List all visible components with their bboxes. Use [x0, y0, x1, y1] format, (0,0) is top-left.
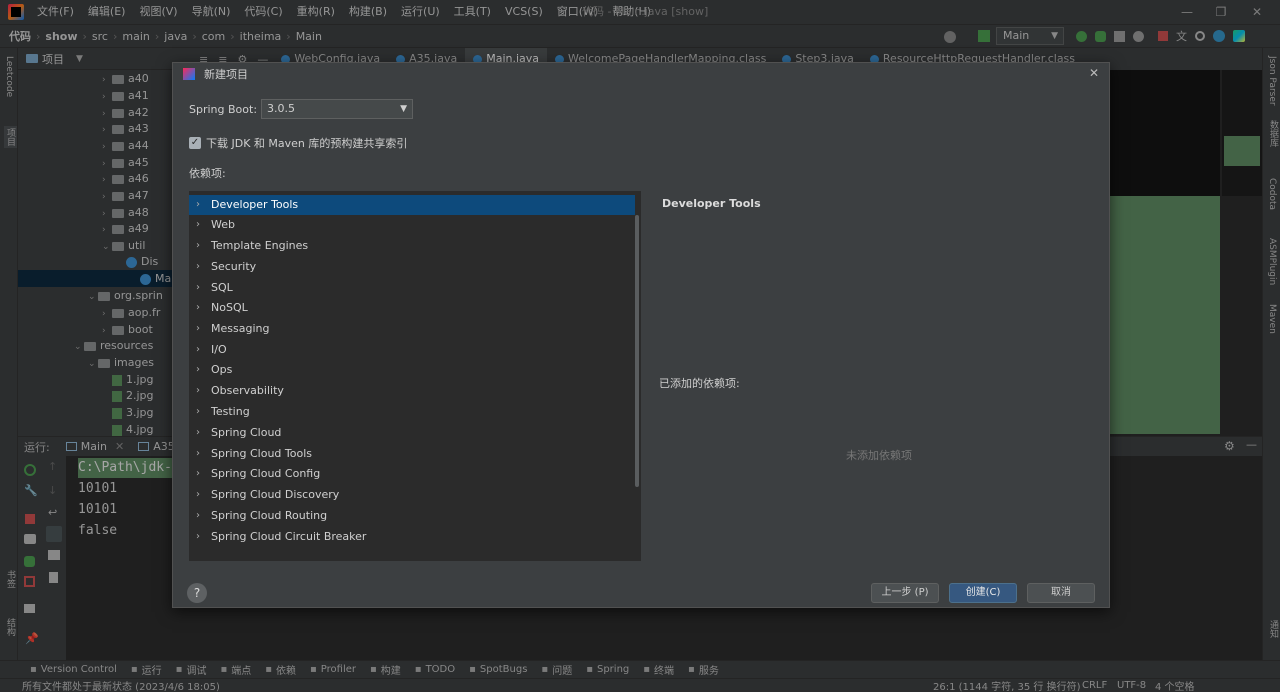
chevron-down-icon: ▼: [400, 104, 408, 114]
spring-boot-row: Spring Boot: 3.0.5 ▼: [189, 99, 414, 119]
download-index-label: 下载 JDK 和 Maven 库的预构建共享索引: [206, 137, 408, 150]
added-deps-label: 已添加的依赖项:: [659, 377, 740, 390]
chevron-right-icon: ›: [196, 468, 200, 479]
chevron-right-icon: ›: [196, 302, 200, 313]
dependency-category[interactable]: › SQL: [189, 278, 635, 298]
dependency-category[interactable]: › Testing: [189, 402, 635, 422]
cancel-button[interactable]: 取消: [1027, 583, 1095, 603]
category-detail-title: Developer Tools: [662, 197, 761, 210]
dependency-category-label: Spring Cloud Tools: [211, 447, 313, 460]
dependency-category-label: Spring Cloud Routing: [211, 509, 328, 522]
dependency-category[interactable]: › NoSQL: [189, 298, 635, 318]
dependency-category[interactable]: › Spring Cloud Discovery: [189, 485, 635, 505]
dependency-category-label: Testing: [211, 405, 250, 418]
dependency-category-label: Web: [211, 218, 235, 231]
dependency-category-label: Security: [211, 260, 257, 273]
chevron-right-icon: ›: [196, 448, 200, 459]
chevron-right-icon: ›: [196, 199, 200, 210]
dependency-category-label: Spring Cloud: [211, 426, 282, 439]
download-index-option[interactable]: ✓ 下载 JDK 和 Maven 库的预构建共享索引: [189, 135, 407, 151]
chevron-right-icon: ›: [196, 406, 200, 417]
chevron-right-icon: ›: [196, 531, 200, 542]
dependency-category[interactable]: › Observability: [189, 381, 635, 401]
chevron-right-icon: ›: [196, 510, 200, 521]
chevron-right-icon: ›: [196, 219, 200, 230]
dependency-category-label: Ops: [211, 363, 233, 376]
dependency-category-label: Spring Cloud Circuit Breaker: [211, 530, 367, 543]
create-button[interactable]: 创建(C): [949, 583, 1017, 603]
dependency-category[interactable]: › Developer Tools: [189, 195, 635, 215]
dependency-category[interactable]: › Template Engines: [189, 236, 635, 256]
intellij-logo-icon: [183, 68, 195, 80]
help-icon[interactable]: ?: [187, 583, 207, 603]
dependency-category[interactable]: › I/O: [189, 340, 635, 360]
dependency-category-label: Template Engines: [211, 239, 309, 252]
dependency-category-label: Messaging: [211, 322, 270, 335]
dialog-title-bar: 新建项目 ✕: [173, 63, 1111, 85]
dependency-category[interactable]: › Spring Cloud Circuit Breaker: [189, 527, 635, 547]
dependency-category[interactable]: › Ops: [189, 360, 635, 380]
dependency-category[interactable]: › Spring Cloud: [189, 423, 635, 443]
list-scrollbar[interactable]: [635, 215, 639, 487]
chevron-right-icon: ›: [196, 282, 200, 293]
dependency-category-list: › Developer Tools › Web › Template Engines › Se…: [189, 191, 641, 561]
dependency-category-label: Spring Cloud Config: [211, 467, 321, 480]
chevron-right-icon: ›: [196, 427, 200, 438]
dependency-category[interactable]: › Spring Cloud Config: [189, 464, 635, 484]
no-deps-text: 未添加依赖项: [846, 449, 912, 462]
dependency-category-label: Developer Tools: [211, 198, 299, 211]
dependency-category-label: Observability: [211, 384, 284, 397]
new-project-dialog: 新建项目 ✕ Spring Boot: 3.0.5 ▼ ✓ 下载 JDK 和 M…: [172, 62, 1110, 608]
dependency-category[interactable]: › Messaging: [189, 319, 635, 339]
prev-button[interactable]: 上一步 (P): [871, 583, 939, 603]
close-icon[interactable]: ✕: [1089, 66, 1099, 80]
dependency-category[interactable]: › Spring Cloud Routing: [189, 506, 635, 526]
chevron-right-icon: ›: [196, 323, 200, 334]
dependency-category-label: I/O: [211, 343, 227, 356]
dependency-category-label: NoSQL: [211, 301, 248, 314]
dependency-category[interactable]: › Spring Cloud Tools: [189, 444, 635, 464]
chevron-right-icon: ›: [196, 344, 200, 355]
chevron-right-icon: ›: [196, 364, 200, 375]
dependency-category-label: SQL: [211, 281, 233, 294]
chevron-right-icon: ›: [196, 261, 200, 272]
dependency-category[interactable]: › Security: [189, 257, 635, 277]
dependency-category-label: Spring Cloud Discovery: [211, 488, 340, 501]
chevron-right-icon: ›: [196, 489, 200, 500]
spring-boot-label: Spring Boot:: [189, 102, 258, 116]
chevron-right-icon: ›: [196, 240, 200, 251]
dependency-category[interactable]: › Web: [189, 215, 635, 235]
spring-boot-version-select[interactable]: 3.0.5 ▼: [261, 99, 414, 119]
chevron-right-icon: ›: [196, 385, 200, 396]
dependencies-label: 依赖项:: [189, 167, 226, 180]
dialog-title: 新建项目: [204, 68, 248, 81]
spring-boot-version-value: 3.0.5: [267, 102, 296, 115]
download-index-checkbox[interactable]: ✓: [189, 137, 201, 149]
